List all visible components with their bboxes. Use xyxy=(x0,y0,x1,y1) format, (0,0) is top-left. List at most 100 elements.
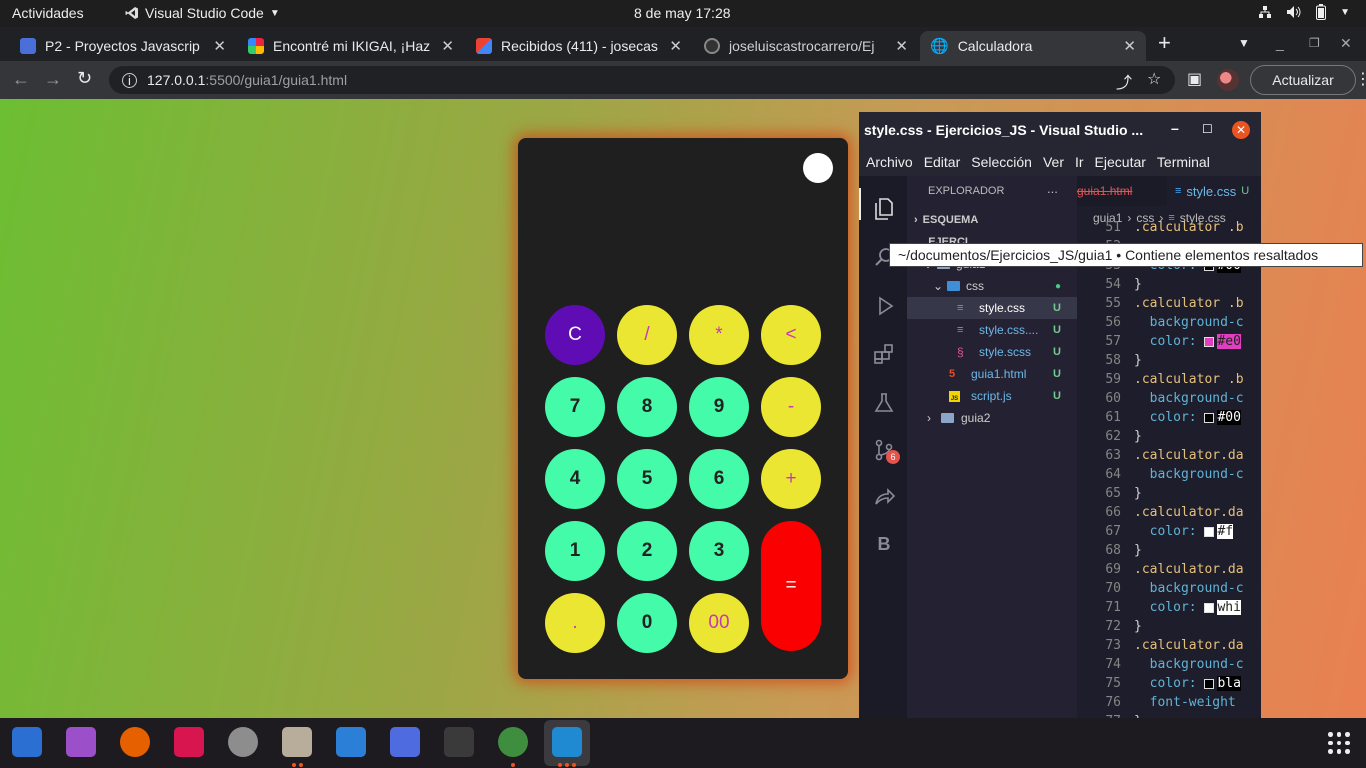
menu-terminal[interactable]: Terminal xyxy=(1157,154,1210,170)
calc-key-digit[interactable]: 3 xyxy=(689,521,749,581)
calc-key-operator[interactable]: + xyxy=(761,449,821,509)
address-bar[interactable]: i 127.0.0.1:5500/guia1/guia1.html ⤴ ☆ xyxy=(109,66,1175,94)
share-icon[interactable]: ⤴ xyxy=(1116,69,1132,93)
calc-key-operator[interactable]: 00 xyxy=(689,593,749,653)
editor-tab-active[interactable]: ≡ style.css U xyxy=(1167,176,1261,206)
run-debug-icon[interactable] xyxy=(872,294,896,318)
app-menu[interactable]: Visual Studio Code ▼ xyxy=(125,5,280,21)
files-icon[interactable] xyxy=(282,727,312,757)
browser-tab-active[interactable]: 🌐 Calculadora ✕ xyxy=(920,31,1146,61)
color-swatch[interactable] xyxy=(1204,602,1215,613)
color-swatch[interactable] xyxy=(1204,336,1215,347)
browser-tab[interactable]: joseluiscastrocarrero/Ej ✕ xyxy=(694,31,918,61)
menu-editar[interactable]: Editar xyxy=(924,154,961,170)
document-viewer-icon[interactable] xyxy=(336,727,366,757)
reload-icon[interactable]: ↻ xyxy=(77,68,92,89)
color-swatch[interactable] xyxy=(1204,526,1215,537)
tree-item-folder[interactable]: › guia2 xyxy=(907,407,1077,429)
tab-search-icon[interactable]: ▼ xyxy=(1238,36,1250,50)
minimize-icon[interactable]: _ xyxy=(1276,35,1284,51)
back-icon[interactable]: ← xyxy=(12,69,30,90)
line-number: 74 xyxy=(1105,657,1121,672)
tree-item-file[interactable]: § style.scss U xyxy=(907,341,1077,363)
b-extension-icon[interactable]: B xyxy=(872,534,896,558)
explorer-icon[interactable] xyxy=(872,196,896,222)
close-window-icon[interactable]: ✕ xyxy=(1340,35,1352,52)
calc-key-clear[interactable]: C xyxy=(545,305,605,365)
system-tray[interactable]: ▼ xyxy=(1258,4,1350,20)
minimize-icon[interactable]: – xyxy=(1171,120,1179,136)
calc-key-digit[interactable]: 0 xyxy=(617,593,677,653)
close-icon[interactable]: ✕ xyxy=(1232,121,1250,139)
editor-tab-html[interactable]: guia1.html xyxy=(1077,184,1132,198)
activities-button[interactable]: Actividades xyxy=(12,5,84,21)
show-applications-icon[interactable] xyxy=(1328,732,1350,754)
theme-toggle[interactable] xyxy=(803,153,833,183)
calc-key-digit[interactable]: 1 xyxy=(545,521,605,581)
tree-item-file[interactable]: JS script.js U xyxy=(907,385,1077,407)
browser-tab[interactable]: Encontré mi IKIGAI, ¡Haz ✕ xyxy=(238,31,464,61)
settings-icon[interactable] xyxy=(228,727,258,757)
color-swatch[interactable] xyxy=(1204,678,1215,689)
menu-ver[interactable]: Ver xyxy=(1043,154,1064,170)
forward-icon[interactable]: → xyxy=(44,69,62,90)
more-menu-icon[interactable]: ⋮ xyxy=(1355,69,1366,89)
calc-key-digit[interactable]: 8 xyxy=(617,377,677,437)
screenshot-tool-icon[interactable] xyxy=(390,727,420,757)
tree-item-file-selected[interactable]: ≡ style.css U xyxy=(907,297,1077,319)
window-title: style.css - Ejercicios_JS - Visual Studi… xyxy=(864,122,1144,138)
maximize-icon[interactable]: ❐ xyxy=(1309,36,1320,50)
calc-key-digit[interactable]: 6 xyxy=(689,449,749,509)
menu-ejecutar[interactable]: Ejecutar xyxy=(1095,154,1146,170)
tree-item-file[interactable]: ≡ style.css.... U xyxy=(907,319,1077,341)
tree-item-folder[interactable]: ⌄ css ● xyxy=(907,275,1077,297)
info-icon[interactable]: i xyxy=(122,72,137,88)
maximize-icon[interactable]: ☐ xyxy=(1202,122,1213,136)
calc-key-operator[interactable]: / xyxy=(617,305,677,365)
calc-key-operator[interactable]: - xyxy=(761,377,821,437)
extensions-icon[interactable] xyxy=(872,342,896,366)
code-text: } xyxy=(1134,543,1142,558)
menu-archivo[interactable]: Archivo xyxy=(866,154,913,170)
system-monitor-icon[interactable] xyxy=(12,727,42,757)
calc-key-operator[interactable]: < xyxy=(761,305,821,365)
browser-tab[interactable]: Recibidos (411) - josecas ✕ xyxy=(466,31,692,61)
close-icon[interactable]: ✕ xyxy=(1123,37,1136,55)
close-icon[interactable]: ✕ xyxy=(669,37,682,55)
testing-icon[interactable] xyxy=(872,391,896,415)
close-icon[interactable]: ✕ xyxy=(213,37,226,55)
color-value: #e0 xyxy=(1217,334,1241,349)
calc-key-eq[interactable]: = xyxy=(761,521,821,651)
source-control-icon[interactable]: 6 xyxy=(872,438,900,464)
code-text: color: xyxy=(1134,334,1205,349)
calc-key-digit[interactable]: 7 xyxy=(545,377,605,437)
bookmark-star-icon[interactable]: ☆ xyxy=(1147,69,1161,89)
close-icon[interactable]: ✕ xyxy=(441,37,454,55)
color-swatch[interactable] xyxy=(1204,412,1215,423)
profile-avatar[interactable] xyxy=(1217,69,1239,91)
chrome-icon[interactable] xyxy=(498,727,528,757)
tree-item-file[interactable]: 5 guia1.html U xyxy=(907,363,1077,385)
update-button[interactable]: Actualizar xyxy=(1250,65,1356,95)
video-player-icon[interactable] xyxy=(66,727,96,757)
terminal-icon[interactable] xyxy=(444,727,474,757)
clock[interactable]: 8 de may 17:28 xyxy=(634,5,731,21)
calc-key-digit[interactable]: 2 xyxy=(617,521,677,581)
firefox-icon[interactable] xyxy=(120,727,150,757)
outline-section[interactable]: › ESQUEMA xyxy=(907,209,1077,231)
calc-key-digit[interactable]: 9 xyxy=(689,377,749,437)
new-tab-button[interactable]: + xyxy=(1158,30,1171,56)
calc-key-operator[interactable]: * xyxy=(689,305,749,365)
browser-tab[interactable]: P2 - Proyectos Javascrip ✕ xyxy=(10,31,236,61)
calc-key-digit[interactable]: 4 xyxy=(545,449,605,509)
menu-ir[interactable]: Ir xyxy=(1075,154,1084,170)
vscode-icon[interactable] xyxy=(552,727,582,757)
calc-key-digit[interactable]: 5 xyxy=(617,449,677,509)
calc-key-operator[interactable]: . xyxy=(545,593,605,653)
side-panel-icon[interactable]: ▣ xyxy=(1187,69,1202,89)
menu-seleccion[interactable]: Selección xyxy=(971,154,1032,170)
screenshot-icon[interactable] xyxy=(174,727,204,757)
explorer-more-icon[interactable]: ... xyxy=(1047,181,1058,196)
live-share-icon[interactable] xyxy=(872,486,896,510)
close-icon[interactable]: ✕ xyxy=(895,37,908,55)
